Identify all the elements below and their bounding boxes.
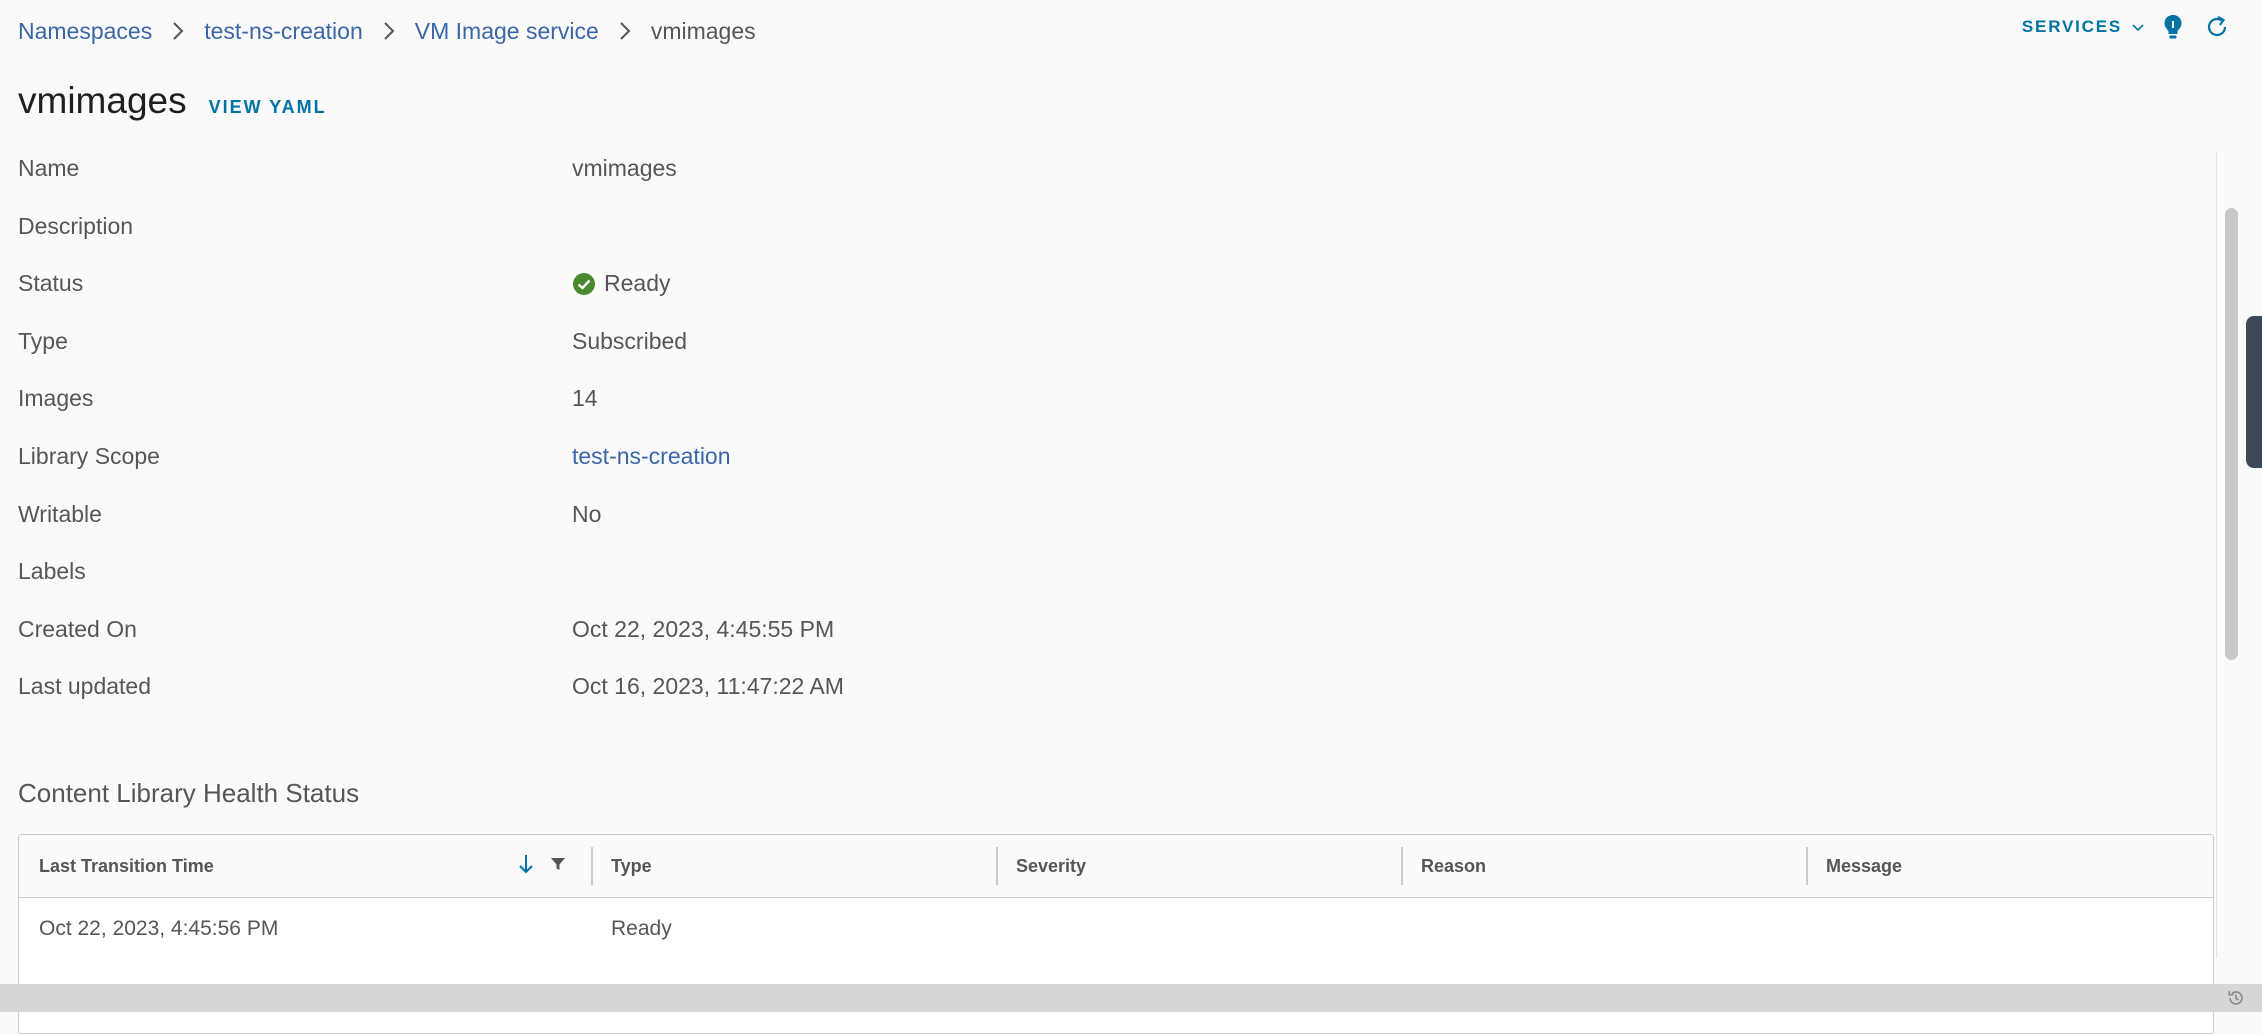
grid-header: Last Transition Time Type Severity Reaso… bbox=[19, 835, 2213, 898]
property-value: Subscribed bbox=[572, 327, 688, 354]
table-row: Oct 22, 2023, 4:45:56 PM Ready bbox=[19, 898, 2213, 960]
services-label: SERVICES bbox=[2021, 17, 2122, 36]
property-value: 14 bbox=[572, 385, 598, 412]
property-row-description: Description bbox=[18, 213, 1118, 271]
bottom-bar bbox=[0, 984, 2262, 1012]
lightbulb-icon[interactable] bbox=[2158, 12, 2188, 42]
property-label: Name bbox=[18, 155, 80, 181]
support-tab[interactable] bbox=[2246, 316, 2262, 468]
property-value: Oct 22, 2023, 4:45:55 PM bbox=[572, 615, 835, 642]
property-label: Labels bbox=[18, 558, 86, 585]
column-header-label: Reason bbox=[1421, 855, 1487, 876]
property-row-images: Images 14 bbox=[18, 385, 1118, 443]
property-value-status: Ready bbox=[572, 270, 670, 297]
chevron-right-icon bbox=[164, 20, 192, 42]
property-value: Oct 16, 2023, 11:47:22 AM bbox=[572, 673, 844, 700]
services-dropdown[interactable]: SERVICES bbox=[2022, 17, 2144, 37]
cell-severity bbox=[996, 898, 1401, 960]
column-header-label: Last Transition Time bbox=[39, 855, 214, 876]
property-label: Writable bbox=[18, 500, 102, 527]
header-actions: SERVICES bbox=[2022, 12, 2232, 42]
breadcrumb-namespaces[interactable]: Namespaces bbox=[18, 18, 152, 45]
status-text: Ready bbox=[604, 270, 671, 297]
property-label: Type bbox=[18, 327, 68, 354]
scrollbar-thumb[interactable] bbox=[2225, 208, 2238, 660]
view-yaml-button[interactable]: VIEW YAML bbox=[209, 97, 327, 118]
property-row-writable: Writable No bbox=[18, 501, 1118, 559]
column-header-label: Message bbox=[1826, 855, 1903, 876]
breadcrumb-current: vmimages bbox=[650, 17, 756, 44]
page-title: vmimages bbox=[18, 80, 187, 121]
column-header-reason[interactable]: Reason bbox=[1401, 835, 1806, 897]
column-header-severity[interactable]: Severity bbox=[996, 835, 1401, 897]
property-row-library-scope: Library Scope test-ns-creation bbox=[18, 443, 1118, 501]
column-tools bbox=[517, 835, 567, 897]
property-row-created-on: Created On Oct 22, 2023, 4:45:55 PM bbox=[18, 616, 1118, 674]
property-label: Status bbox=[18, 270, 84, 297]
property-label: Images bbox=[18, 385, 94, 412]
history-icon[interactable] bbox=[2224, 986, 2248, 1010]
breadcrumb: Namespaces test-ns-creation VM Image ser… bbox=[18, 14, 756, 48]
property-label: Created On bbox=[18, 615, 137, 642]
column-header-label: Type bbox=[611, 855, 652, 876]
column-header-message[interactable]: Message bbox=[1806, 835, 2213, 897]
cell-message bbox=[1806, 898, 2213, 960]
cell-type: Ready bbox=[611, 917, 672, 940]
library-scope-link[interactable]: test-ns-creation bbox=[572, 443, 731, 470]
refresh-icon[interactable] bbox=[2202, 12, 2232, 42]
section-title-health: Content Library Health Status bbox=[18, 778, 360, 808]
column-header-last-transition-time[interactable]: Last Transition Time bbox=[19, 835, 591, 897]
title-row: vmimages VIEW YAML bbox=[18, 80, 327, 122]
property-label: Library Scope bbox=[18, 442, 160, 469]
cell-reason bbox=[1401, 898, 1806, 960]
cell-last-transition-time: Oct 22, 2023, 4:45:56 PM bbox=[39, 917, 279, 940]
property-label: Description bbox=[18, 212, 134, 239]
property-value: No bbox=[572, 500, 602, 527]
vertical-scrollbar[interactable] bbox=[2216, 152, 2241, 958]
property-row-status: Status Ready bbox=[18, 270, 1118, 328]
filter-icon[interactable] bbox=[549, 855, 567, 878]
property-row-type: Type Subscribed bbox=[18, 328, 1118, 386]
property-row-last-updated: Last updated Oct 16, 2023, 11:47:22 AM bbox=[18, 673, 1118, 731]
chevron-right-icon bbox=[611, 20, 639, 42]
property-label: Last updated bbox=[18, 673, 152, 700]
property-row-labels: Labels bbox=[18, 558, 1118, 616]
column-header-label: Severity bbox=[1016, 855, 1087, 876]
chevron-right-icon bbox=[375, 20, 403, 42]
property-row-name: Name vmimages bbox=[18, 155, 1118, 213]
property-value-library-scope: test-ns-creation bbox=[572, 443, 731, 470]
property-value: vmimages bbox=[572, 155, 677, 181]
breadcrumb-vm-image-service[interactable]: VM Image service bbox=[415, 18, 599, 45]
chevron-down-icon bbox=[2132, 17, 2144, 37]
sort-arrow-down-icon[interactable] bbox=[517, 853, 535, 880]
column-header-type[interactable]: Type bbox=[591, 835, 996, 897]
check-circle-icon bbox=[572, 272, 596, 296]
breadcrumb-namespace[interactable]: test-ns-creation bbox=[204, 18, 363, 45]
properties-list: Name vmimages Description Status Ready T… bbox=[18, 155, 1118, 731]
